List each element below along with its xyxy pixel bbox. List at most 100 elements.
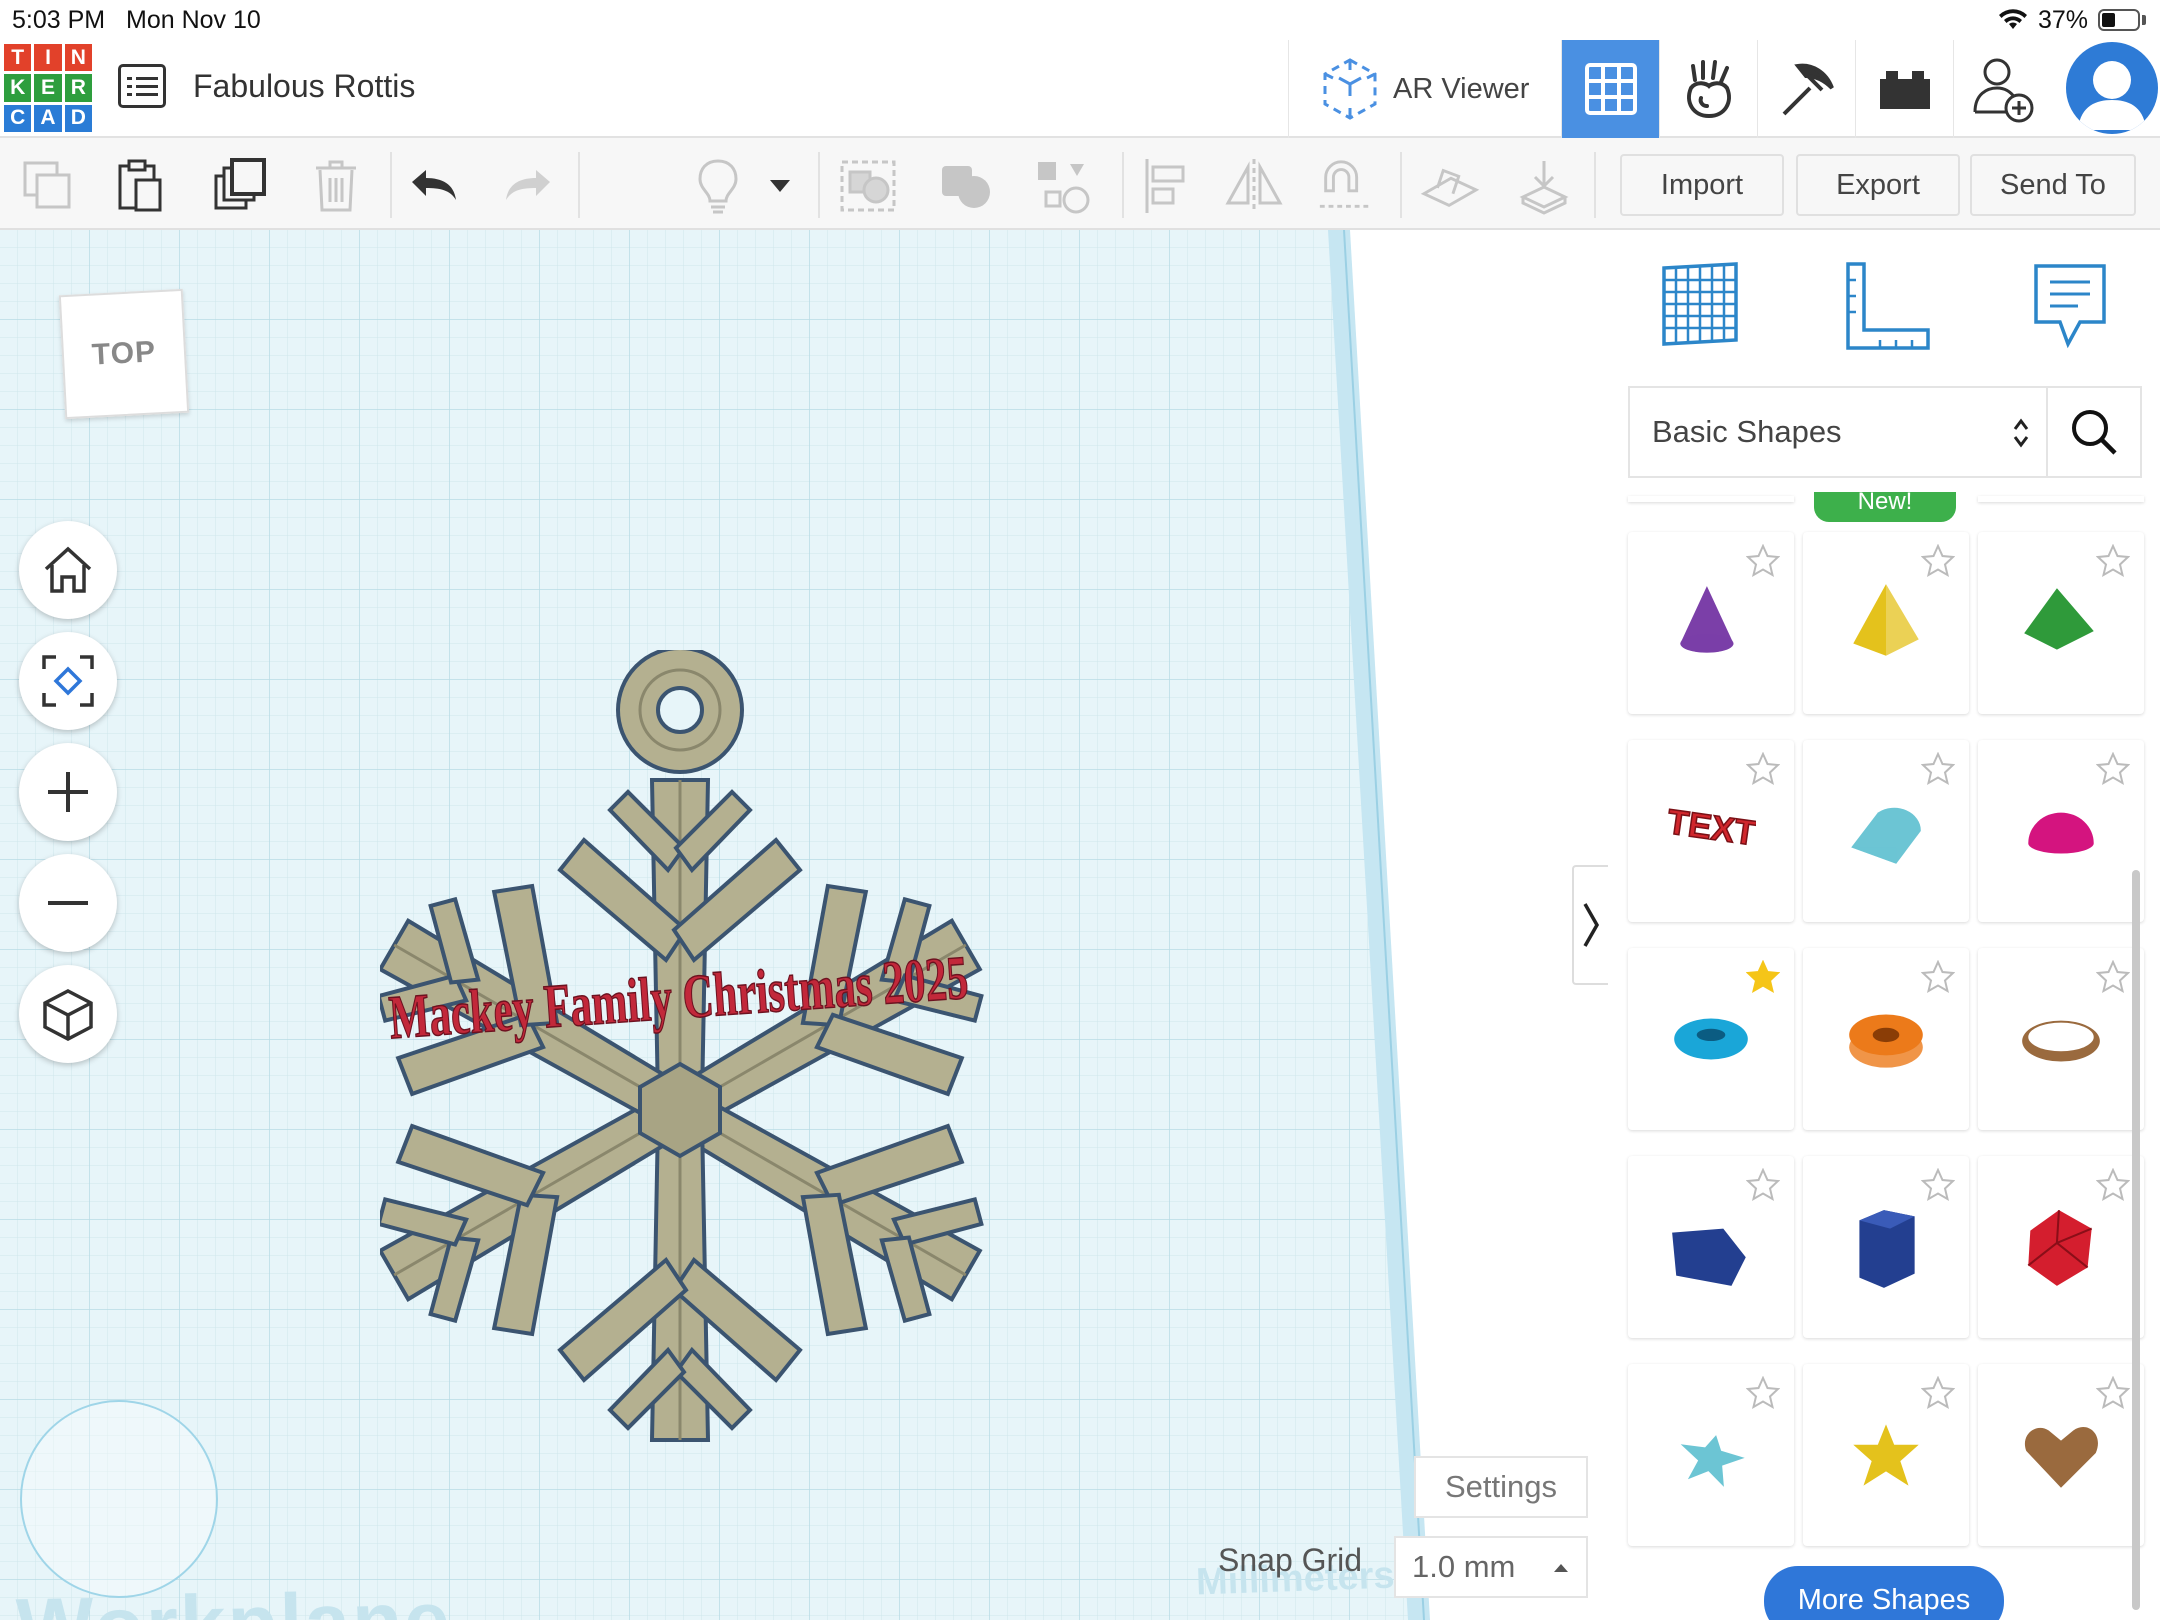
shape-tile-roof[interactable] <box>1978 532 2144 714</box>
design-menu-button[interactable] <box>118 64 166 108</box>
trash-icon <box>316 160 356 212</box>
workplane-icon <box>1420 168 1480 207</box>
export-button[interactable]: Export <box>1796 154 1960 216</box>
workplane-button[interactable] <box>1420 156 1480 216</box>
tube-shape-icon <box>1849 1014 1923 1068</box>
logo-letter: C <box>4 104 32 132</box>
favorite-star-icon[interactable] <box>1746 1168 1780 1202</box>
workplane-label: Workplane <box>15 1574 452 1620</box>
favorite-star-icon[interactable] <box>2096 544 2130 578</box>
editing-toolbar: Import Export Send To <box>0 138 2160 230</box>
shape-tile-star-yellow[interactable] <box>1803 1364 1969 1546</box>
status-date: Mon Nov 10 <box>126 6 261 34</box>
home-view-button[interactable] <box>19 521 117 619</box>
shape-tile-pyramid[interactable] <box>1803 532 1969 714</box>
favorite-star-icon[interactable] <box>1921 752 1955 786</box>
drop-to-workplane-icon <box>1519 161 1569 215</box>
shape-tile-text[interactable]: TEXT <box>1628 740 1794 922</box>
solid-hole-button[interactable] <box>936 156 996 216</box>
notes-dropdown-button[interactable] <box>760 156 800 216</box>
perspective-button[interactable] <box>19 965 117 1063</box>
favorite-star-icon[interactable] <box>1746 752 1780 786</box>
navigation-joystick[interactable] <box>20 1400 218 1598</box>
favorite-star-icon[interactable] <box>1746 544 1780 578</box>
shape-tile-star[interactable] <box>1628 1364 1794 1546</box>
favorite-star-icon[interactable] <box>2096 752 2130 786</box>
snap-grid-label: Snap Grid <box>1218 1542 1363 1578</box>
shapes-panel: Basic Shapes New! TEXT More Shapes <box>1608 230 2160 1620</box>
shape-tile-torus[interactable] <box>1628 948 1794 1130</box>
favorite-star-icon[interactable] <box>2096 1168 2130 1202</box>
snowflake-ornament-model[interactable]: Mackey Family Christmas 2025 <box>380 650 1020 1590</box>
shapes-tools-button[interactable] <box>1032 156 1092 216</box>
notes-icon[interactable] <box>2030 260 2110 352</box>
new-badge: New! <box>1814 492 1956 522</box>
blocks-button[interactable] <box>1757 40 1855 138</box>
more-shapes-button[interactable]: More Shapes <box>1764 1566 2004 1620</box>
favorite-star-icon[interactable] <box>1746 1376 1780 1410</box>
workplane-grid-icon[interactable] <box>1656 260 1744 348</box>
redo-button[interactable] <box>498 156 558 216</box>
copy-button[interactable] <box>18 156 78 216</box>
snap-grid-select[interactable]: 1.0 mm <box>1394 1536 1588 1598</box>
workplane-area[interactable]: Mackey Family Christmas 2025 TOP Workpla… <box>0 230 1608 1620</box>
sim-lab-button[interactable] <box>1659 40 1757 138</box>
paste-button[interactable] <box>110 156 170 216</box>
shape-tile-polygon[interactable] <box>1628 1156 1794 1338</box>
shape-search-button[interactable] <box>2046 386 2142 478</box>
shape-tile-icosahedron[interactable] <box>1978 1156 2144 1338</box>
shape-tile-cone[interactable] <box>1628 532 1794 714</box>
shape-tile-tube[interactable] <box>1803 948 1969 1130</box>
half-sphere-shape-icon <box>2028 812 2094 854</box>
shape-tile-hexagonal-prism[interactable] <box>1803 1156 1969 1338</box>
icosahedron-shape-icon <box>2027 1210 2093 1286</box>
wifi-icon <box>1999 9 2027 29</box>
mirror-button[interactable] <box>1224 156 1284 216</box>
ar-viewer-label: AR Viewer <box>1393 72 1530 105</box>
shape-tile-half-sphere[interactable] <box>1978 740 2144 922</box>
roof-shape-icon <box>2024 588 2094 650</box>
import-button[interactable]: Import <box>1620 154 1784 216</box>
fit-view-button[interactable] <box>19 632 117 730</box>
view-cube[interactable]: TOP <box>58 288 190 420</box>
zoom-out-button[interactable] <box>19 854 117 952</box>
plus-icon <box>48 772 88 812</box>
app-header: TIN KER CAD Fabulous Rottis AR Viewer <box>0 40 2160 138</box>
bricks-button[interactable] <box>1855 40 1953 138</box>
send-to-button[interactable]: Send To <box>1970 154 2136 216</box>
favorite-star-icon[interactable] <box>1746 960 1780 994</box>
project-title[interactable]: Fabulous Rottis <box>193 68 415 105</box>
favorite-star-icon[interactable] <box>1921 960 1955 994</box>
align-icon <box>1145 159 1185 213</box>
shape-tile-ring[interactable] <box>1978 948 2144 1130</box>
favorite-star-icon[interactable] <box>2096 960 2130 994</box>
notes-button[interactable] <box>688 156 748 216</box>
ar-viewer-button[interactable]: AR Viewer <box>1288 40 1561 138</box>
ruler-icon[interactable] <box>1842 260 1934 352</box>
invite-user-button[interactable] <box>1953 40 2051 138</box>
delete-button[interactable] <box>306 156 366 216</box>
user-avatar[interactable] <box>2066 42 2158 134</box>
ruler-drop-button[interactable] <box>1514 156 1574 216</box>
undo-button[interactable] <box>404 156 464 216</box>
favorite-star-icon[interactable] <box>1921 1168 1955 1202</box>
caret-up-icon <box>1554 1564 1568 1572</box>
duplicate-button[interactable] <box>210 156 270 216</box>
panel-scrollbar[interactable] <box>2132 870 2140 1610</box>
favorite-star-icon[interactable] <box>1921 544 1955 578</box>
group-button[interactable] <box>838 156 898 216</box>
favorite-star-icon[interactable] <box>1921 1376 1955 1410</box>
shape-tile-half-cylinder[interactable] <box>1803 740 1969 922</box>
cruise-button[interactable] <box>1316 156 1376 216</box>
tinkercad-logo[interactable]: TIN KER CAD <box>4 44 92 132</box>
3d-design-view-button[interactable] <box>1561 40 1659 138</box>
settings-button[interactable]: Settings <box>1414 1456 1588 1518</box>
zoom-in-button[interactable] <box>19 743 117 841</box>
align-button[interactable] <box>1136 156 1196 216</box>
panel-tools <box>1608 230 2160 380</box>
collapse-panel-button[interactable] <box>1572 865 1608 985</box>
favorite-star-icon[interactable] <box>2096 1376 2130 1410</box>
shape-tile-heart[interactable] <box>1978 1364 2144 1546</box>
home-icon <box>44 546 92 593</box>
shape-library-select[interactable]: Basic Shapes <box>1628 386 2050 478</box>
